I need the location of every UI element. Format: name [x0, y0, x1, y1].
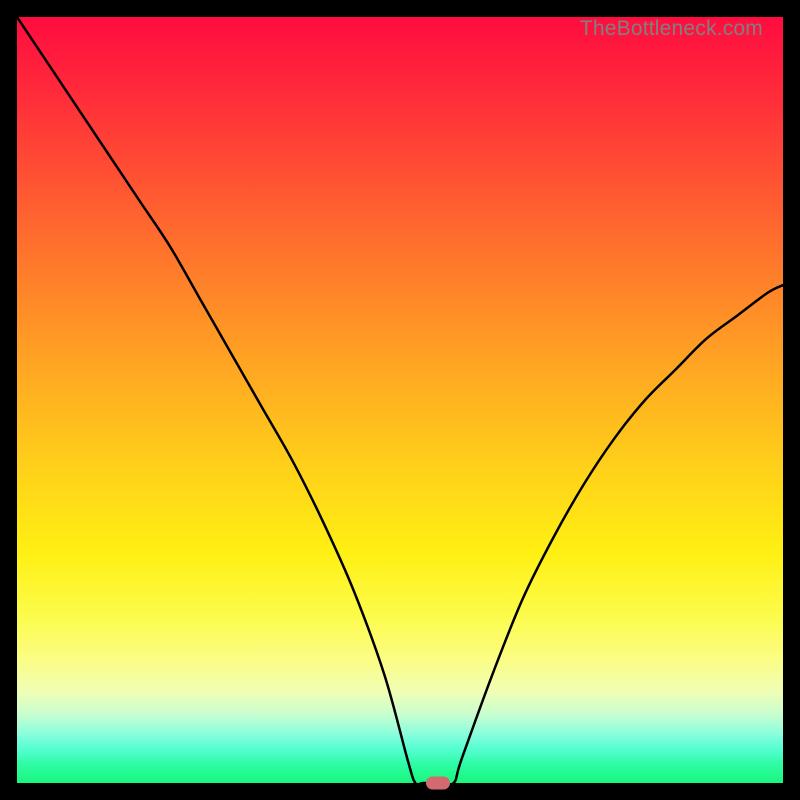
optimal-point-marker [426, 777, 450, 790]
plot-area: TheBottleneck.com [17, 17, 783, 783]
chart-frame: TheBottleneck.com [0, 0, 800, 800]
bottleneck-curve [17, 17, 783, 783]
